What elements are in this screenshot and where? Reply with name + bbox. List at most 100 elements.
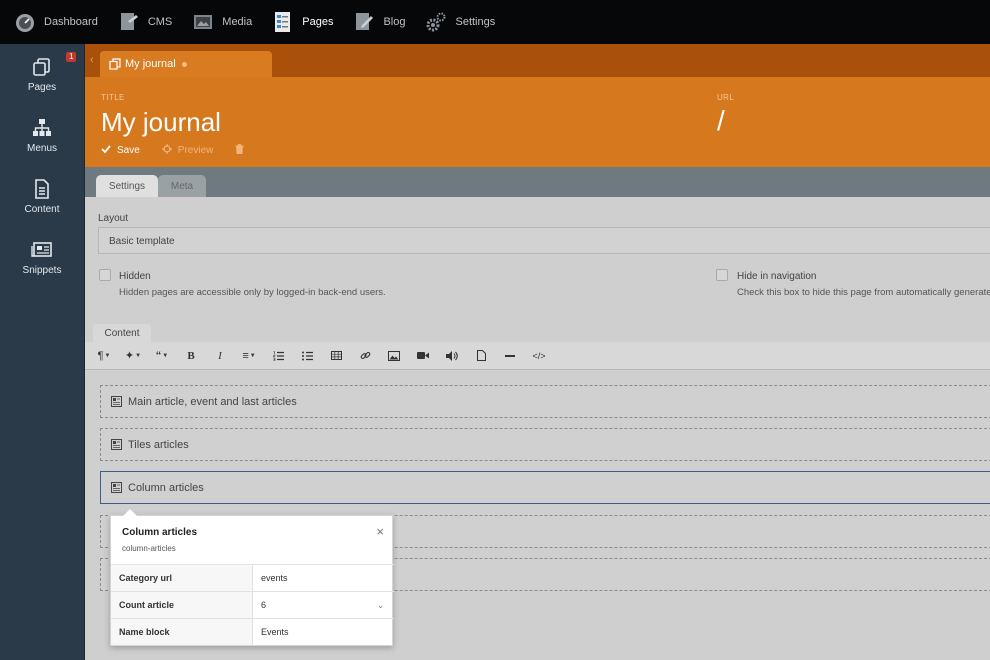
media-icon [192, 11, 214, 33]
category-url-input[interactable]: events [253, 565, 394, 591]
ordered-list-button[interactable] [267, 346, 289, 366]
quote-icon: “ [155, 349, 162, 362]
url-input[interactable]: / [717, 105, 725, 137]
file-button[interactable] [470, 346, 492, 366]
content-block-label: Tiles articles [128, 438, 189, 451]
bold-button[interactable]: B [180, 346, 202, 366]
save-button[interactable]: Save [101, 144, 140, 157]
popup-title: Column articles [122, 527, 198, 538]
unordered-list-button[interactable] [296, 346, 318, 366]
align-left-icon: ≡ [242, 349, 249, 362]
name-block-input[interactable]: Events [253, 619, 394, 645]
property-row: Category url events [111, 564, 394, 591]
title-input[interactable]: My journal [101, 107, 221, 138]
bold-icon: B [187, 349, 195, 362]
style-button[interactable]: ✦ ▼ [122, 346, 144, 366]
tab-meta[interactable]: Meta [158, 175, 206, 197]
sidebar-item-pages[interactable]: 1 Pages [0, 44, 84, 105]
count-article-select[interactable]: 6 ⌄ [253, 592, 394, 618]
topnav-cms[interactable]: CMS [118, 0, 172, 44]
video-button[interactable] [412, 346, 434, 366]
image-button[interactable] [383, 346, 405, 366]
topnav-blog[interactable]: Blog [353, 0, 405, 44]
file-icon [476, 350, 486, 361]
top-navigation: Dashboard CMS Media Pages Blog Settings [0, 0, 990, 44]
horizontal-rule-button[interactable] [499, 346, 521, 366]
document-tab-label: My journal [125, 58, 176, 70]
property-key: Count article [111, 592, 253, 618]
topnav-pages[interactable]: Pages [272, 0, 333, 44]
image-icon [388, 350, 400, 361]
cms-icon [118, 11, 140, 33]
unsaved-indicator [181, 61, 187, 67]
url-label: URL [717, 93, 735, 102]
content-block[interactable]: Tiles articles [100, 428, 990, 461]
notification-badge: 1 [66, 52, 77, 62]
horizontal-rule-icon [505, 354, 515, 357]
code-view-button[interactable]: </> [528, 346, 550, 366]
unordered-list-icon [301, 351, 313, 360]
topnav-cms-label: CMS [147, 16, 173, 28]
preview-label: Preview [177, 145, 214, 156]
ordered-list-icon [272, 350, 284, 361]
table-icon [330, 351, 342, 360]
tab-settings[interactable]: Settings [96, 175, 158, 197]
document-tab[interactable]: My journal [100, 51, 272, 77]
code-icon: </> [532, 350, 546, 361]
pages-icon [31, 56, 53, 78]
align-button[interactable]: ≡ ▼ [238, 346, 260, 366]
sidebar-item-label: Content [24, 204, 60, 215]
hide-in-navigation-label: Hide in navigation [737, 271, 817, 282]
topnav-settings[interactable]: Settings [425, 0, 495, 44]
block-icon [111, 439, 122, 450]
newspaper-icon [31, 239, 53, 261]
sidebar-item-label: Snippets [22, 265, 62, 276]
italic-button[interactable]: I [209, 346, 231, 366]
property-key: Name block [111, 619, 253, 645]
hidden-label: Hidden [119, 271, 151, 282]
pages-icon [272, 11, 294, 33]
header-actions: Save Preview [101, 144, 272, 157]
hidden-checkbox[interactable] [99, 269, 111, 281]
sitemap-icon [31, 117, 53, 139]
check-icon [101, 144, 111, 157]
italic-icon: I [218, 349, 222, 362]
content-block[interactable]: Main article, event and last articles [100, 385, 990, 418]
pages-icon [109, 58, 121, 70]
paragraph-icon: ¶ [97, 349, 104, 362]
close-icon[interactable]: × [376, 524, 384, 539]
audio-button[interactable] [441, 346, 463, 366]
content-block-selected[interactable]: Column articles [100, 471, 990, 504]
gear-icon [425, 11, 447, 33]
sidebar-item-snippets[interactable]: Snippets [0, 227, 84, 288]
sidebar-item-label: Menus [26, 143, 57, 154]
document-tabstrip: ‹ My journal [85, 44, 990, 77]
chevron-left-icon[interactable]: ‹ [90, 54, 94, 66]
topnav-media-label: Media [222, 16, 253, 28]
topnav-media[interactable]: Media [192, 0, 252, 44]
layout-select[interactable]: Basic template [98, 227, 990, 254]
topnav-pages-label: Pages [302, 16, 334, 28]
title-label: TITLE [101, 93, 125, 102]
video-icon [417, 352, 429, 359]
sidebar-item-content[interactable]: Content [0, 166, 84, 227]
table-button[interactable] [325, 346, 347, 366]
sidebar-item-menus[interactable]: Menus [0, 105, 84, 166]
sidebar-item-label: Pages [27, 82, 57, 93]
crosshair-icon [161, 144, 172, 157]
paragraph-format-button[interactable]: ¶ ▼ [93, 346, 115, 366]
preview-button[interactable]: Preview [161, 144, 214, 157]
delete-button[interactable] [235, 144, 250, 157]
block-properties-popup: Column articles column-articles × Catego… [110, 509, 394, 646]
popup-subtitle: column-articles [122, 544, 176, 553]
save-label: Save [117, 145, 140, 156]
secondary-tabs: Settings Meta [85, 167, 990, 197]
link-icon [360, 352, 370, 359]
link-button[interactable] [354, 346, 376, 366]
topnav-dashboard[interactable]: Dashboard [14, 0, 98, 44]
property-row: Count article 6 ⌄ [111, 591, 394, 618]
tab-content[interactable]: Content [93, 324, 151, 342]
topnav-dashboard-label: Dashboard [44, 16, 98, 28]
quote-button[interactable]: “▼ [151, 346, 173, 366]
hide-in-navigation-checkbox[interactable] [716, 269, 728, 281]
